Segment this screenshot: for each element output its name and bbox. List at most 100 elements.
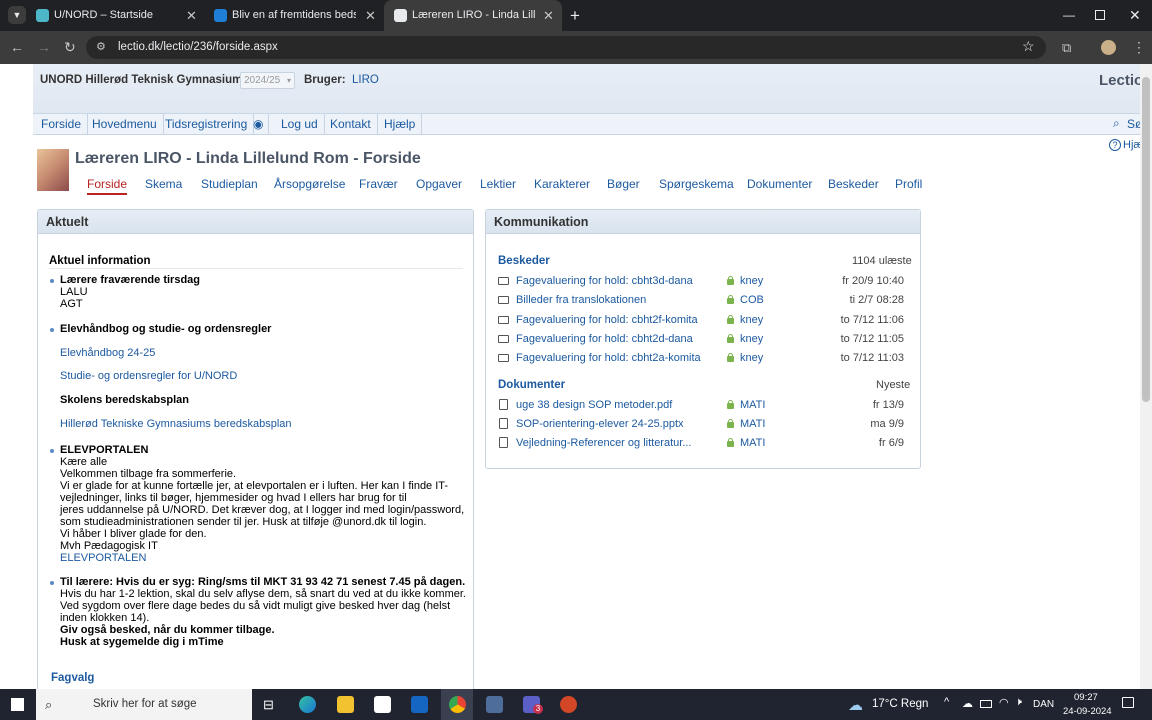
tab-skema[interactable]: Skema	[145, 177, 182, 191]
elevhandbog-link[interactable]: Elevhåndbog 24-25	[60, 347, 155, 359]
tab-forside[interactable]: Forside	[87, 177, 128, 195]
beskeder-link[interactable]: Beskeder	[498, 255, 550, 267]
file-explorer-icon[interactable]	[337, 696, 354, 713]
lectio-header: UNORD Hillerød Teknisk Gymnasium 2024/25…	[33, 64, 1152, 114]
tab-fravaer[interactable]: Fravær	[359, 177, 398, 191]
bullet	[50, 328, 54, 332]
menu-hjaelp[interactable]: Hjælp	[378, 114, 423, 135]
aktuelt-title: Aktuelt	[38, 210, 473, 234]
tab-opgaver[interactable]: Opgaver	[416, 177, 462, 191]
browser-menu-icon[interactable]: ⋮	[1132, 31, 1146, 64]
user-link[interactable]: LIRO	[352, 74, 379, 86]
item1-line: AGT	[60, 298, 83, 310]
language-indicator[interactable]: DAN	[1033, 699, 1054, 710]
edge-icon[interactable]	[299, 696, 316, 713]
radio-icon[interactable]: ◉	[247, 114, 269, 135]
tab-lektier[interactable]: Lektier	[480, 177, 516, 191]
menu-hovedmenu[interactable]: Hovedmenu	[86, 114, 164, 135]
profile-avatar[interactable]	[1101, 40, 1116, 55]
lock-icon	[727, 438, 734, 447]
message-row[interactable]: Fagevaluering for hold: cbht3d-dana kney…	[498, 272, 910, 291]
tab-boger[interactable]: Bøger	[607, 177, 640, 191]
tray-chevron-icon[interactable]: ^	[944, 696, 949, 708]
close-window-icon[interactable]: ✕	[1129, 0, 1141, 31]
chevron-down-icon: ▾	[286, 76, 291, 85]
year-select[interactable]: 2024/25 ▾	[240, 72, 295, 89]
school-name: UNORD Hillerød Teknisk Gymnasium	[40, 74, 243, 86]
volume-icon[interactable]: 🕨	[1015, 696, 1022, 709]
item3-line: Velkommen tilbage fra sommerferie.	[60, 468, 237, 480]
tab-list-chevron-icon[interactable]: ▼	[8, 6, 26, 24]
item4-bold: Husk at sygemelde dig i mTime	[60, 636, 224, 648]
tab-karakterer[interactable]: Karakterer	[534, 177, 590, 191]
remote-app-icon[interactable]	[486, 696, 503, 713]
tab-arsopgorelse[interactable]: Årsopgørelse	[274, 177, 345, 191]
clock-date[interactable]: 24-09-2024	[1063, 706, 1112, 717]
wifi-icon[interactable]: ◠	[999, 696, 1009, 709]
bookmark-star-icon[interactable]: ☆	[1022, 38, 1035, 55]
document-row[interactable]: Vejledning-Referencer og litteratur... M…	[498, 434, 910, 453]
weather-cloud-icon[interactable]: ☁	[848, 696, 863, 714]
search-icon[interactable]: ⌕	[1113, 116, 1120, 131]
tab-dokumenter[interactable]: Dokumenter	[747, 177, 812, 191]
document-icon	[499, 418, 508, 429]
message-row[interactable]: Billeder fra translokationen COB ti 2/7 …	[498, 291, 910, 310]
menu-forside[interactable]: Forside	[35, 114, 89, 135]
address-bar[interactable]: ⚙ lectio.dk/lectio/236/forside.aspx ☆	[86, 36, 1046, 59]
menu-kontakt[interactable]: Kontakt	[324, 114, 378, 135]
browser-tab-unord[interactable]: U/NORD – Startside ✕	[36, 0, 206, 31]
tab-profil[interactable]: Profil	[895, 177, 922, 191]
envelope-icon	[498, 296, 509, 304]
ordensregler-link[interactable]: Studie- og ordensregler for U/NORD	[60, 370, 237, 382]
battery-icon[interactable]	[980, 700, 992, 708]
item3-line: Kære alle	[60, 456, 108, 468]
close-tab-icon[interactable]: ✕	[365, 0, 376, 31]
browser-tab-lectio[interactable]: Læreren LIRO - Linda Lillelund R ✕	[384, 0, 562, 31]
restore-icon[interactable]	[1095, 10, 1105, 20]
chrome-icon[interactable]	[449, 696, 466, 713]
help-circle-icon[interactable]: ?	[1109, 139, 1121, 151]
network-icon[interactable]: ☁	[962, 697, 973, 710]
extensions-icon[interactable]: ⧉	[1062, 31, 1071, 64]
outlook-icon[interactable]	[411, 696, 428, 713]
clock-time[interactable]: 09:27	[1074, 692, 1098, 703]
weather-text[interactable]: 17°C Regn	[872, 698, 928, 710]
fagvalg-link[interactable]: Fagvalg	[51, 672, 94, 684]
notification-icon[interactable]	[1122, 697, 1134, 708]
tab-studieplan[interactable]: Studieplan	[201, 177, 258, 191]
message-row[interactable]: Fagevaluering for hold: cbht2d-dana kney…	[498, 330, 910, 349]
menu-tidsregistrering[interactable]: Tidsregistrering	[159, 114, 255, 135]
site-info-icon[interactable]: ⚙	[96, 40, 106, 53]
document-row[interactable]: SOP-orientering-elever 24-25.pptx MATI m…	[498, 415, 910, 434]
item2-title: Elevhåndbog og studie- og ordensregler	[60, 323, 272, 335]
forward-icon[interactable]: →	[37, 31, 51, 64]
store-icon[interactable]	[374, 696, 391, 713]
powerpoint-icon[interactable]	[560, 696, 577, 713]
taskbar-search[interactable]: ⌕ Skriv her for at søge	[36, 689, 252, 720]
minimize-icon[interactable]: —	[1063, 0, 1075, 31]
browser-tab-bliv[interactable]: Bliv en af fremtidens bedste stu ✕	[214, 0, 384, 31]
message-row[interactable]: Fagevaluering for hold: cbht2f-komita kn…	[498, 311, 910, 330]
lock-icon	[727, 276, 734, 285]
tab-sporgeskema[interactable]: Spørgeskema	[659, 177, 734, 191]
envelope-icon	[498, 316, 509, 324]
message-row[interactable]: Fagevaluering for hold: cbht2a-komita kn…	[498, 349, 910, 368]
windows-start-icon[interactable]	[11, 698, 24, 711]
elevportalen-link[interactable]: ELEVPORTALEN	[60, 552, 146, 564]
beredskabsplan-link[interactable]: Hillerød Tekniske Gymnasiums beredskabsp…	[60, 418, 292, 430]
url-text[interactable]: lectio.dk/lectio/236/forside.aspx	[118, 41, 278, 53]
item3-line: jeres uddannelse på U/NORD. Det kræver d…	[60, 504, 465, 516]
scrollbar-thumb[interactable]	[1142, 77, 1150, 402]
dokumenter-link[interactable]: Dokumenter	[498, 379, 565, 391]
close-tab-icon[interactable]: ✕	[543, 0, 554, 31]
teams-badge: 3	[533, 704, 543, 714]
document-row[interactable]: uge 38 design SOP metoder.pdf MATI fr 13…	[498, 396, 910, 415]
new-tab-icon[interactable]: +	[570, 0, 580, 31]
task-view-icon[interactable]: ⊟	[263, 689, 274, 720]
tab-beskeder[interactable]: Beskeder	[828, 177, 879, 191]
close-tab-icon[interactable]: ✕	[186, 0, 197, 31]
reload-icon[interactable]: ↻	[64, 31, 76, 64]
back-icon[interactable]: ←	[10, 31, 24, 64]
unread-count: 1104 ulæste	[852, 255, 912, 267]
menu-log-ud[interactable]: Log ud	[275, 114, 325, 135]
